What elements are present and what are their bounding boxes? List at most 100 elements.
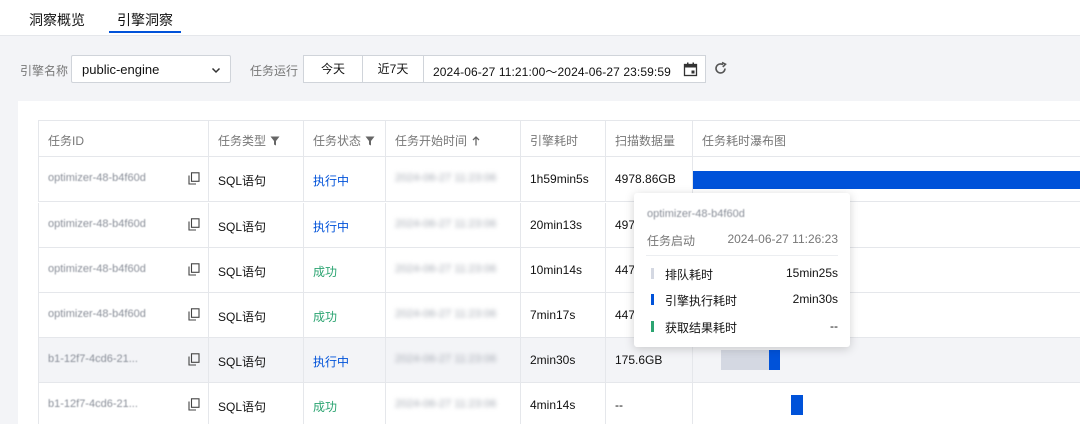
engine-time-cell-text: 2min30s [530, 353, 576, 367]
scan-volume-cell-text: 447 [615, 263, 636, 277]
tooltip-queue-label: 排队耗时 [665, 268, 714, 282]
tooltip-exec-label: 引擎执行耗时 [665, 294, 738, 308]
waterfall-exec-bar[interactable] [693, 171, 1080, 189]
header-start-time[interactable]: 任务开始时间 [385, 121, 520, 156]
task-status-cell: 成功 [303, 383, 385, 424]
task-type-cell-text: SQL语句 [218, 310, 267, 324]
start-time-cell: 2024-06-27 11:23:06 [385, 383, 520, 424]
copy-icon[interactable] [188, 308, 200, 321]
start-time-cell-text: 2024-06-27 11:23:06 [395, 308, 497, 320]
copy-icon[interactable] [188, 398, 200, 411]
refresh-icon[interactable] [713, 61, 728, 76]
table-row[interactable]: b1-12f7-4cd6-21... SQL语句 执行中 2024-06-27 11:… [38, 338, 1080, 383]
header-task-status[interactable]: 任务状态 [303, 121, 385, 156]
table-row[interactable]: b1-12f7-4cd6-21... SQL语句 成功 2024-06-27 11:2… [38, 383, 1080, 424]
active-tab-indicator [109, 31, 181, 33]
calendar-icon[interactable] [683, 62, 698, 77]
scan-volume-cell-text: 447 [615, 308, 636, 322]
tab-engine-insight[interactable]: 引擎洞察 [117, 10, 173, 30]
scan-volume-cell-text: 497 [615, 218, 636, 232]
task-id-cell: optimizer-48-b4f60d [38, 203, 208, 247]
task-status-cell-text: 成功 [313, 310, 338, 324]
tooltip-fetch-label: 获取结果耗时 [665, 321, 738, 335]
engine-time-cell: 2min30s [520, 338, 605, 382]
table-row[interactable]: optimizer-48-b4f60d SQL语句 成功 2024-06-27 11:… [38, 293, 1080, 338]
last-7-days-button[interactable]: 近7天 [362, 55, 424, 83]
task-id-cell-text[interactable]: optimizer-48-b4f60d [48, 308, 146, 320]
task-status-cell: 成功 [303, 293, 385, 337]
engine-time-cell-text: 10min14s [530, 263, 583, 277]
task-id-cell: b1-12f7-4cd6-21... [38, 383, 208, 424]
engine-select-value: public-engine [82, 62, 160, 77]
exec-legend-mark [651, 294, 654, 305]
task-type-cell-text: SQL语句 [218, 220, 267, 234]
copy-icon[interactable] [188, 353, 200, 366]
task-type-cell: SQL语句 [208, 293, 303, 337]
today-button[interactable]: 今天 [303, 55, 363, 83]
task-type-cell: SQL语句 [208, 248, 303, 292]
date-range-picker[interactable]: 2024-06-27 11:21:00～2024-06-27 23:59:59 [423, 55, 706, 83]
scan-volume-cell: -- [605, 383, 692, 424]
engine-time-cell-text: 7min17s [530, 308, 576, 322]
task-type-cell: SQL语句 [208, 383, 303, 424]
start-time-cell-text: 2024-06-27 11:23:06 [395, 172, 497, 184]
header-waterfall: 任务耗时瀑布图 [692, 121, 1080, 156]
start-time-cell-text: 2024-06-27 11:23:06 [395, 263, 497, 275]
queue-legend-mark [651, 268, 654, 279]
waterfall-cell [692, 383, 1080, 424]
tooltip-queue-value: 15min25s [785, 266, 838, 280]
scan-volume-cell-text: -- [615, 398, 623, 412]
engine-time-cell: 20min13s [520, 203, 605, 247]
engine-time-cell: 7min17s [520, 293, 605, 337]
copy-icon[interactable] [188, 172, 200, 185]
table-row[interactable]: optimizer-48-b4f60d SQL语句 执行中 2024-06-27 11… [38, 157, 1080, 202]
start-time-cell-text: 2024-06-27 11:23:06 [395, 353, 497, 365]
task-id-cell: optimizer-48-b4f60d [38, 293, 208, 337]
engine-time-cell-text: 1h59min5s [530, 172, 589, 186]
waterfall-exec-bar[interactable] [769, 350, 780, 370]
engine-time-cell: 4min14s [520, 383, 605, 424]
table-header-row: 任务ID 任务类型 任务状态 任务开始时间 引擎耗时 扫描数据量 任务耗时瀑布图 [38, 120, 1080, 157]
tab-insight-overview[interactable]: 洞察概览 [29, 10, 85, 30]
task-id-cell-text[interactable]: b1-12f7-4cd6-21... [48, 398, 138, 410]
task-id-cell-text[interactable]: optimizer-48-b4f60d [48, 218, 146, 230]
filter-icon[interactable] [365, 136, 375, 146]
start-time-cell-text: 2024-06-27 11:23:06 [395, 218, 497, 230]
header-engine-time: 引擎耗时 [520, 121, 605, 156]
scan-volume-cell-text: 175.6GB [615, 353, 663, 367]
waterfall-exec-bar[interactable] [791, 395, 803, 415]
copy-icon[interactable] [188, 218, 200, 231]
start-time-cell: 2024-06-27 11:23:06 [385, 293, 520, 337]
waterfall-queue-bar[interactable] [721, 350, 769, 370]
filter-icon[interactable] [270, 136, 280, 146]
task-run-label: 任务运行 [250, 64, 299, 78]
engine-time-cell: 10min14s [520, 248, 605, 292]
tooltip-exec-value: 2min30s [792, 292, 838, 306]
engine-select[interactable]: public-engine [71, 55, 231, 83]
tooltip-task-id: optimizer-48-b4f60d [647, 208, 745, 220]
chevron-down-icon [211, 67, 221, 74]
task-id-cell-text[interactable]: optimizer-48-b4f60d [48, 263, 146, 275]
tooltip-divider [646, 255, 838, 256]
sort-ascending-icon[interactable] [471, 136, 481, 146]
task-status-cell-text: 成功 [313, 265, 338, 279]
task-status-cell-text: 成功 [313, 400, 338, 414]
task-status-cell: 执行中 [303, 338, 385, 382]
start-time-cell: 2024-06-27 11:23:06 [385, 203, 520, 247]
table-row[interactable]: optimizer-48-b4f60d SQL语句 成功 2024-06-27 11:… [38, 248, 1080, 293]
task-id-cell-text[interactable]: b1-12f7-4cd6-21... [48, 353, 138, 365]
header-scan-volume: 扫描数据量 [605, 121, 692, 156]
table-row[interactable]: optimizer-48-b4f60d SQL语句 执行中 2024-06-27 11… [38, 203, 1080, 248]
task-type-cell-text: SQL语句 [218, 265, 267, 279]
task-status-cell-text: 执行中 [313, 174, 350, 188]
engine-time-cell-text: 4min14s [530, 398, 576, 412]
tooltip-fetch-value: -- [830, 319, 838, 333]
copy-icon[interactable] [188, 263, 200, 276]
header-task-id: 任务ID [38, 121, 208, 156]
task-id-cell-text[interactable]: optimizer-48-b4f60d [48, 172, 146, 184]
task-type-cell-text: SQL语句 [218, 400, 267, 414]
task-type-cell-text: SQL语句 [218, 174, 267, 188]
start-time-cell: 2024-06-27 11:23:06 [385, 248, 520, 292]
header-task-type[interactable]: 任务类型 [208, 121, 303, 156]
waterfall-tooltip: optimizer-48-b4f60d 任务启动 2024-06-27 11:2… [634, 193, 850, 347]
